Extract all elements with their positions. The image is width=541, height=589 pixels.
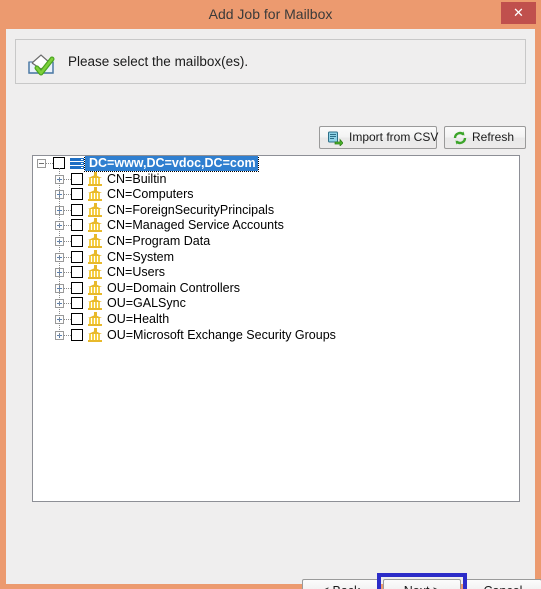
- tree-item-checkbox[interactable]: [71, 172, 83, 185]
- tree-connector: [64, 312, 71, 327]
- dialog-window: Add Job for Mailbox ✕ Please select the …: [0, 0, 541, 589]
- tree-item-label: CN=Managed Service Accounts: [107, 218, 284, 233]
- next-label: Next >: [404, 584, 440, 589]
- next-mnemonic: N: [404, 584, 413, 589]
- import-from-csv-label: Import from CSV: [349, 130, 439, 144]
- tree-item[interactable]: CN=System: [33, 249, 519, 266]
- tree-connector: [64, 265, 71, 280]
- tree-connector: [46, 156, 53, 171]
- tree-connector: [64, 234, 71, 249]
- tree-item-checkbox[interactable]: [71, 281, 83, 294]
- tree-connector: [64, 172, 71, 187]
- tree-item[interactable]: CN=Managed Service Accounts: [33, 218, 519, 234]
- container-icon: [87, 265, 103, 280]
- domain-icon: [69, 156, 85, 171]
- tree-connector: [64, 328, 71, 343]
- container-icon: [87, 218, 103, 233]
- tree-item[interactable]: OU=Health: [33, 311, 519, 328]
- tree-vertical-line: [59, 168, 61, 336]
- tree-item-label: OU=Health: [107, 311, 170, 326]
- tree-item-label: CN=Program Data: [107, 233, 211, 248]
- tree-item-checkbox[interactable]: [71, 328, 83, 341]
- tree-item[interactable]: CN=Program Data: [33, 233, 519, 250]
- container-icon: [87, 202, 103, 218]
- tree-item-checkbox[interactable]: [71, 234, 83, 247]
- csv-import-icon: [327, 130, 344, 147]
- container-icon: [87, 249, 103, 265]
- window-title: Add Job for Mailbox: [208, 6, 333, 22]
- tree-item-checkbox[interactable]: [71, 188, 83, 201]
- tree-item[interactable]: CN=Computers: [33, 187, 519, 203]
- cancel-button[interactable]: Cancel: [464, 579, 541, 589]
- tree-item-label: CN=Computers: [107, 187, 194, 202]
- tree-item[interactable]: DC=www,DC=vdoc,DC=com: [33, 156, 519, 172]
- tree-item-label: CN=ForeignSecurityPrincipals: [107, 202, 275, 217]
- tree-item-label: DC=www,DC=vdoc,DC=com: [84, 156, 259, 172]
- tree-item[interactable]: OU=GALSync: [33, 296, 519, 312]
- tree-item[interactable]: CN=Users: [33, 265, 519, 281]
- tree-connector: [64, 250, 71, 265]
- container-icon: [87, 311, 103, 327]
- tree-connector: [64, 203, 71, 218]
- container-icon: [87, 233, 103, 249]
- tree-item-checkbox[interactable]: [71, 219, 83, 232]
- tree-item-checkbox[interactable]: [71, 266, 83, 279]
- tree-item-label: CN=System: [107, 249, 175, 264]
- import-from-csv-button[interactable]: Import from CSV: [319, 126, 439, 149]
- instruction-panel: Please select the mailbox(es).: [15, 39, 526, 84]
- titlebar: Add Job for Mailbox ✕: [0, 0, 541, 28]
- container-icon: [87, 280, 103, 296]
- refresh-icon: [452, 130, 468, 146]
- tree-item[interactable]: OU=Microsoft Exchange Security Groups: [33, 327, 519, 344]
- tree-connector: [64, 187, 71, 202]
- tree-item-checkbox[interactable]: [71, 297, 83, 310]
- tree-connector: [64, 218, 71, 233]
- tree-item-label: CN=Builtin: [107, 171, 167, 186]
- back-mnemonic: B: [332, 584, 340, 589]
- close-button[interactable]: ✕: [501, 2, 536, 24]
- container-icon: [87, 171, 103, 187]
- mailbox-tree[interactable]: DC=www,DC=vdoc,DC=com CN=Builtin CN=Comput…: [32, 155, 520, 502]
- refresh-label: Refresh: [472, 130, 515, 144]
- tree-item[interactable]: CN=Builtin: [33, 171, 519, 188]
- tree-item[interactable]: OU=Domain Controllers: [33, 280, 519, 297]
- collapse-icon[interactable]: [37, 159, 46, 168]
- tree-item[interactable]: CN=ForeignSecurityPrincipals: [33, 202, 519, 219]
- dialog-client-area: Please select the mailbox(es). Import fr…: [6, 29, 541, 589]
- tree-item-checkbox[interactable]: [71, 203, 83, 216]
- container-icon: [87, 187, 103, 202]
- back-label: < Back: [322, 584, 361, 589]
- tree-item-label: CN=Users: [107, 265, 165, 280]
- container-icon: [87, 327, 103, 343]
- next-button[interactable]: Next >: [383, 579, 461, 589]
- tree-connector: [64, 296, 71, 311]
- instruction-text: Please select the mailbox(es).: [68, 54, 249, 69]
- mailbox-check-icon: [25, 46, 57, 78]
- tree-item-label: OU=GALSync: [107, 296, 186, 311]
- tree-item-label: OU=Domain Controllers: [107, 280, 241, 295]
- tree-connector: [64, 281, 71, 296]
- tree-rows: DC=www,DC=vdoc,DC=com CN=Builtin CN=Comput…: [33, 156, 519, 343]
- tree-item-checkbox[interactable]: [71, 250, 83, 263]
- container-icon: [87, 296, 103, 311]
- back-button[interactable]: < Back: [302, 579, 380, 589]
- tree-item-label: OU=Microsoft Exchange Security Groups: [107, 327, 336, 342]
- tree-item-checkbox[interactable]: [71, 312, 83, 325]
- refresh-button[interactable]: Refresh: [444, 126, 526, 149]
